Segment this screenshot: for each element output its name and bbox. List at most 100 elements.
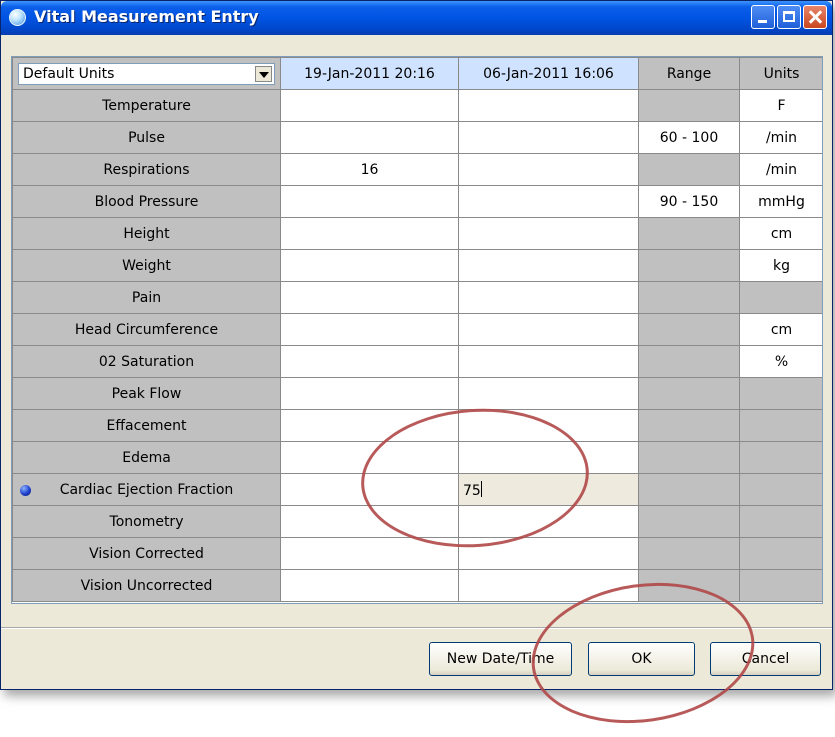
row-label: Temperature <box>12 89 281 122</box>
range-cell <box>638 409 740 442</box>
range-cell: 90 - 150 <box>638 185 740 218</box>
column-header-date-1[interactable]: 19-Jan-2011 20:16 <box>280 57 459 90</box>
row-label-text: Peak Flow <box>111 385 182 402</box>
vitals-grid-body: Temperature F Pulse 60 - 100/min Respiration… <box>12 89 822 602</box>
row-label-text: Effacement <box>106 417 187 434</box>
value-cell-date-1[interactable] <box>280 345 459 378</box>
value-cell-date-2[interactable] <box>458 537 639 570</box>
maximize-button[interactable] <box>777 5 801 29</box>
units-cell-text: F <box>777 97 786 114</box>
row-label: Effacement <box>12 409 281 442</box>
vital-row: 02 Saturation% <box>12 345 822 378</box>
value-cell-date-1[interactable] <box>280 569 459 602</box>
vital-row: Pulse 60 - 100/min <box>12 121 822 154</box>
close-button[interactable] <box>803 5 827 29</box>
units-cell <box>739 569 822 602</box>
range-cell: 60 - 100 <box>638 121 740 154</box>
value-cell-date-1[interactable] <box>280 537 459 570</box>
value-cell-date-2[interactable] <box>458 249 639 282</box>
units-cell-text: mmHg <box>758 193 805 210</box>
row-label: Pulse <box>12 121 281 154</box>
value-cell-date-1[interactable] <box>280 281 459 314</box>
value-cell-date-1[interactable] <box>280 121 459 154</box>
cancel-button[interactable]: Cancel <box>710 642 821 676</box>
value-cell-date-1[interactable]: 16 <box>280 153 459 186</box>
value-cell-date-2[interactable] <box>458 569 639 602</box>
value-cell-date-1[interactable] <box>280 249 459 282</box>
range-cell-text: 60 - 100 <box>659 129 719 146</box>
vital-row: Pain <box>12 281 822 314</box>
value-cell-date-2[interactable] <box>458 313 639 346</box>
range-cell <box>638 473 740 506</box>
row-label: Vision Corrected <box>12 537 281 570</box>
row-label: Edema <box>12 441 281 474</box>
value-cell-date-1[interactable] <box>280 377 459 410</box>
value-cell-date-2[interactable] <box>458 185 639 218</box>
row-label: Height <box>12 217 281 250</box>
range-cell <box>638 249 740 282</box>
value-cell-date-1[interactable] <box>280 441 459 474</box>
value-cell-date-2[interactable] <box>458 441 639 474</box>
units-cell-text: % <box>774 353 789 370</box>
window-title: Vital Measurement Entry <box>34 7 259 26</box>
value-cell-date-1[interactable] <box>280 473 459 506</box>
vital-row: Head Circumference cm <box>12 313 822 346</box>
range-cell-text: 90 - 150 <box>659 193 719 210</box>
units-dropdown-cell: Default Units <box>12 57 281 90</box>
vital-row: Temperature F <box>12 89 822 122</box>
row-label-text: Pain <box>131 289 162 306</box>
range-cell <box>638 441 740 474</box>
vital-row: Height cm <box>12 217 822 250</box>
row-label-text: Vision Corrected <box>89 545 204 562</box>
range-cell <box>638 569 740 602</box>
value-cell-date-2[interactable]: 75 <box>458 473 639 506</box>
value-cell-date-1[interactable] <box>280 217 459 250</box>
value-cell-date-2[interactable] <box>458 89 639 122</box>
new-datetime-button[interactable]: New Date/Time <box>429 642 572 676</box>
vital-row: Respirations 16/min <box>12 153 822 186</box>
row-label-text: Cardiac Ejection Fraction <box>59 481 234 498</box>
row-label: Head Circumference <box>12 313 281 346</box>
title-bar[interactable]: Vital Measurement Entry <box>1 1 832 35</box>
column-header-units: Units <box>739 57 822 90</box>
vital-row: Tonometry <box>12 505 822 538</box>
row-label-text: Edema <box>122 449 171 466</box>
units-cell <box>739 473 822 506</box>
value-cell-date-2[interactable] <box>458 377 639 410</box>
row-label-text: Weight <box>122 257 171 274</box>
value-cell-date-1[interactable] <box>280 89 459 122</box>
value-cell-date-2[interactable] <box>458 409 639 442</box>
row-label: Pain <box>12 281 281 314</box>
value-cell-date-1[interactable] <box>280 185 459 218</box>
value-cell-date-2[interactable] <box>458 505 639 538</box>
chevron-down-icon[interactable] <box>255 65 272 82</box>
value-cell-date-2[interactable] <box>458 345 639 378</box>
column-header-date-2[interactable]: 06-Jan-2011 16:06 <box>458 57 639 90</box>
row-label: Weight <box>12 249 281 282</box>
ok-button[interactable]: OK <box>588 642 695 676</box>
range-cell <box>638 217 740 250</box>
units-dropdown[interactable]: Default Units <box>18 62 275 85</box>
units-cell <box>739 377 822 410</box>
row-label-text: 02 Saturation <box>98 353 195 370</box>
vital-row: Cardiac Ejection Fraction 75 <box>12 473 822 506</box>
range-cell <box>638 537 740 570</box>
vital-row: Peak Flow <box>12 377 822 410</box>
value-cell-date-2[interactable] <box>458 281 639 314</box>
value-cell-date-1[interactable] <box>280 409 459 442</box>
units-cell <box>739 281 822 314</box>
minimize-button[interactable] <box>751 5 775 29</box>
maximize-icon <box>783 11 795 22</box>
value-cell-date-2-text: 75 <box>463 482 481 499</box>
value-cell-date-2[interactable] <box>458 153 639 186</box>
range-cell <box>638 281 740 314</box>
value-cell-date-1[interactable] <box>280 313 459 346</box>
units-dropdown-value: Default Units <box>23 65 115 82</box>
value-cell-date-2[interactable] <box>458 121 639 154</box>
units-cell-text: cm <box>770 225 793 242</box>
value-cell-date-1[interactable] <box>280 505 459 538</box>
range-cell <box>638 377 740 410</box>
row-label-text: Head Circumference <box>74 321 219 338</box>
value-cell-date-2[interactable] <box>458 217 639 250</box>
range-cell <box>638 153 740 186</box>
